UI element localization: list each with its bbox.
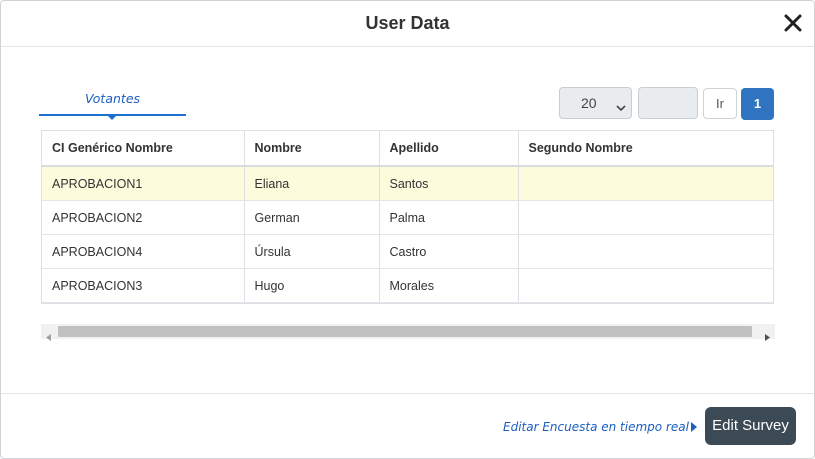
scroll-right-icon[interactable] <box>765 328 770 346</box>
column-header-segundo-nombre[interactable]: Segundo Nombre <box>518 131 773 167</box>
table-cell <box>518 200 773 235</box>
column-header-apellido[interactable]: Apellido <box>379 131 519 167</box>
user-data-dialog: User Data Votantes 20 Ir 1 CI Genérico N… <box>0 0 815 459</box>
column-header-ci[interactable]: CI Genérico Nombre <box>42 131 245 167</box>
current-page-button[interactable]: 1 <box>741 88 774 120</box>
dialog-header: User Data <box>1 1 814 47</box>
table-row[interactable]: APROBACION1 Eliana Santos <box>42 166 773 201</box>
tab-label: Votantes <box>84 91 141 106</box>
table-cell: Santos <box>379 166 519 201</box>
tab-votantes[interactable]: Votantes <box>39 90 186 120</box>
table-cell: Morales <box>379 268 519 303</box>
table-header-row: CI Genérico Nombre Nombre Apellido Segun… <box>42 131 773 167</box>
table-cell <box>518 166 773 201</box>
scroll-left-icon[interactable] <box>46 328 51 346</box>
table-cell: Eliana <box>244 166 380 201</box>
table-cell: APROBACION1 <box>42 166 245 201</box>
page-size-value: 20 <box>581 95 597 111</box>
table-cell: APROBACION4 <box>42 234 245 269</box>
table-cell: Castro <box>379 234 519 269</box>
edit-survey-button[interactable]: Edit Survey <box>705 407 796 445</box>
horizontal-scrollbar[interactable] <box>41 324 775 341</box>
page-size-select[interactable]: 20 <box>559 87 632 119</box>
table-cell: APROBACION2 <box>42 200 245 235</box>
table-cell: German <box>244 200 380 235</box>
table-cell: Úrsula <box>244 234 380 269</box>
tab-active-indicator-icon <box>106 114 118 120</box>
table-row[interactable]: APROBACION2 German Palma <box>42 200 773 235</box>
caret-right-icon <box>691 422 697 432</box>
goto-page-input[interactable] <box>638 87 698 119</box>
close-icon[interactable] <box>782 12 804 34</box>
table-row[interactable]: APROBACION3 Hugo Morales <box>42 268 773 303</box>
scrollbar-thumb[interactable] <box>58 326 752 337</box>
dialog-footer: Editar Encuesta en tiempo real Edit Surv… <box>1 393 814 459</box>
column-header-nombre[interactable]: Nombre <box>244 131 380 167</box>
chevron-down-icon <box>616 99 626 115</box>
go-button[interactable]: Ir <box>703 88 737 119</box>
edit-survey-realtime-link[interactable]: Editar Encuesta en tiempo real <box>503 420 689 434</box>
table-cell: APROBACION3 <box>42 268 245 303</box>
data-grid: CI Genérico Nombre Nombre Apellido Segun… <box>41 130 774 304</box>
dialog-title: User Data <box>365 13 450 33</box>
table-cell: Hugo <box>244 268 380 303</box>
table-cell <box>518 268 773 303</box>
table-cell: Palma <box>379 200 519 235</box>
table-cell <box>518 234 773 269</box>
table-row[interactable]: APROBACION4 Úrsula Castro <box>42 234 773 269</box>
